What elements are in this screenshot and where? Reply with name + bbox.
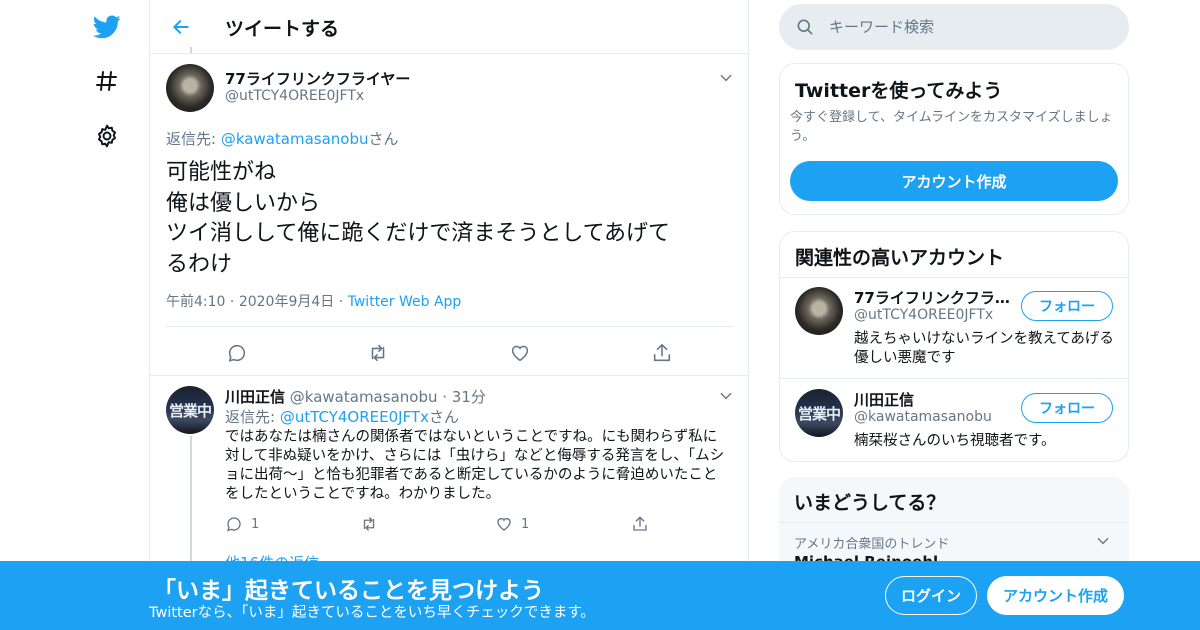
reply-author: 川田正信 @kawatamasanobu · 31分 [225,388,486,406]
author-handle[interactable]: @kawatamasanobu [290,388,438,406]
divider [166,326,734,327]
tweet-metadata: 午前4:10 · 2020年9月4日 · Twitter Web App [166,294,462,310]
chevron-down-icon[interactable] [719,70,733,89]
like-count: 1 [521,516,530,532]
hashtag-icon[interactable] [92,66,122,96]
reply-prefix: 返信先: [166,130,221,148]
reply-count: 1 [251,516,260,532]
reply-action[interactable]: 1 [225,514,259,534]
tweet-client: Twitter Web App [347,294,462,310]
share-icon [633,516,647,531]
reply-mention-link[interactable]: @utTCY4OREE0JFTx [280,408,429,426]
create-account-button[interactable]: アカウント作成 [790,161,1118,201]
avatar[interactable]: 営業中 [166,386,214,434]
search-bar [779,4,1129,50]
thread-line [190,436,192,566]
reply-icon[interactable] [225,341,249,365]
reply-tweet: 営業中 川田正信 @kawatamasanobu · 31分 返信先: @utT… [150,376,748,572]
avatar[interactable] [166,64,214,112]
avatar[interactable] [795,287,843,335]
reply-context: 返信先: @kawatamasanobuさん [166,128,399,149]
reply-suffix: さん [368,130,399,148]
account-name[interactable]: 77ライフリンクフライヤー [854,287,1014,308]
tweet-text-line: 可能性がね [166,160,277,185]
tweet-text: ではあなたは楠さんの関係者ではないということですね。にも関わらず私に対して非ぬ疑… [225,429,725,502]
create-account-button[interactable]: アカウント作成 [987,576,1124,615]
avatar[interactable]: 営業中 [795,389,843,437]
retweet-action[interactable] [359,514,379,534]
avatar-sign-text: 営業中 [168,401,212,420]
author-name[interactable]: 川田正信 [225,388,285,406]
author-handle[interactable]: @utTCY4OREE0JFTx [225,88,364,104]
page-header: ツイートする [150,0,748,54]
tweet-text-line: るわけ [166,251,233,277]
divider [780,378,1128,379]
share-icon[interactable] [650,341,674,365]
chevron-down-icon[interactable] [719,388,733,407]
focused-tweet: 77ライフリンクフライヤー @utTCY4OREE0JFTx 返信先: @kaw… [150,47,748,376]
search-input[interactable] [829,4,1119,50]
related-title: 関連性の高いアカウント [795,247,1005,269]
settings-gear-icon[interactable] [92,121,122,151]
back-button[interactable] [168,14,194,40]
like-action[interactable]: 1 [495,514,529,534]
banner-title: 「いま」起きていることを見つけよう [153,578,544,604]
page-title: ツイートする [225,18,340,40]
retweet-icon[interactable] [366,341,390,365]
avatar-sign-text: 営業中 [797,404,841,423]
main-column: ツイートする 77ライフリンクフライヤー @utTCY4OREE0JFTx 返信… [149,0,749,630]
tweet-date[interactable]: 2020年9月4日 [239,294,334,310]
account-handle[interactable]: @kawatamasanobu [854,409,992,425]
account-handle[interactable]: @utTCY4OREE0JFTx [854,307,993,323]
banner-subtitle: Twitterなら、「いま」起きていることをいち早くチェックできます。 [149,605,595,621]
login-button[interactable]: ログイン [885,576,977,615]
chevron-down-icon[interactable] [1096,533,1110,552]
divider [779,522,1129,523]
thread-line [190,47,192,53]
follow-button[interactable]: フォロー [1021,291,1113,321]
trends-title: いまどうしてる？ [794,492,946,514]
related-accounts-card: 関連性の高いアカウント 77ライフリンクフライヤー @utTCY4OREE0JF… [779,231,1129,462]
tweet-text: 可能性がね 俺は優しいから ツイ消しして俺に跪くだけで済まそうとしてあげて るわ… [166,158,726,280]
signup-description: 今すぐ登録して、タイムラインをカスタマイズしましょう。 [790,110,1113,144]
signup-title: Twitterを使ってみよう [795,80,1003,102]
reply-suffix: さん [428,408,459,426]
left-navigation [80,0,130,560]
share-action[interactable] [631,514,649,534]
reply-icon [226,517,241,532]
tweet-text-line: 俺は優しいから [166,190,321,216]
reply-context: 返信先: @utTCY4OREE0JFTxさん [225,406,459,427]
like-icon[interactable] [508,341,532,365]
account-bio: 越えちゃいけないラインを教えてあげる優しい悪魔です [854,331,1114,366]
tweet-age[interactable]: 31分 [452,388,486,406]
signup-banner: 「いま」起きていることを見つけよう Twitterなら、「いま」起きていることを… [0,561,1200,630]
arrow-left-icon [173,20,189,34]
tweet-text-line: ツイ消しして俺に跪くだけで済まそうとしてあげて [166,221,671,246]
divider [780,277,1128,278]
trend-region: アメリカ合衆国のトレンド [794,537,950,552]
like-icon [497,518,511,531]
tweet-time[interactable]: 午前4:10 [166,294,225,310]
retweet-icon [363,517,375,531]
follow-button[interactable]: フォロー [1021,393,1113,423]
reply-mention-link[interactable]: @kawatamasanobu [221,130,369,148]
account-name[interactable]: 川田正信 [854,389,1014,410]
signup-card: Twitterを使ってみよう 今すぐ登録して、タイムラインをカスタマイズしましょ… [779,63,1129,215]
search-icon [795,17,815,41]
author-name[interactable]: 77ライフリンクフライヤー [225,68,410,89]
twitter-bird-icon[interactable] [92,12,122,42]
account-bio: 楠栞桜さんのいち視聴者です。 [854,433,1056,449]
reply-prefix: 返信先: [225,408,280,426]
